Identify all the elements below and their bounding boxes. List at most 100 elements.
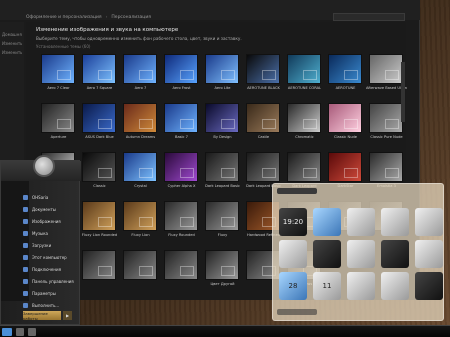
theme-thumbnail — [369, 152, 403, 182]
theme-thumbnail — [287, 103, 321, 133]
theme-item[interactable] — [161, 248, 202, 293]
breadcrumb-item[interactable]: Оформление и персонализация — [26, 15, 102, 20]
gadget[interactable] — [381, 240, 409, 268]
start-item-downloads[interactable]: Загрузки — [23, 239, 79, 251]
folder-icon — [23, 206, 28, 212]
theme-label: AEROTUNE — [335, 86, 356, 90]
theme-label: AEROTUNE CORAL — [287, 86, 322, 90]
theme-thumbnail — [369, 103, 403, 133]
gadget[interactable] — [347, 240, 375, 268]
window-preview-icon — [344, 70, 358, 80]
theme-item[interactable]: Aero 7 Clear — [38, 52, 79, 97]
gadget[interactable] — [347, 208, 375, 236]
clock-gadget[interactable]: 19:20 — [279, 208, 307, 236]
theme-item[interactable]: Fluxy Lion — [120, 199, 161, 244]
gadget[interactable] — [347, 272, 375, 300]
theme-item[interactable]: Aero Frost — [161, 52, 202, 97]
calendar-gadget[interactable]: 28 — [279, 272, 307, 300]
gadget[interactable] — [415, 208, 443, 236]
gadget[interactable] — [415, 240, 443, 268]
start-item-label: Загрузки — [32, 242, 52, 248]
window-preview-icon — [98, 70, 112, 80]
window-preview-icon — [221, 168, 235, 178]
start-item-run[interactable]: Выполнить... — [23, 299, 79, 311]
start-item-control-panel[interactable]: Панель управления — [23, 275, 79, 287]
theme-item[interactable]: Autumn Dreams — [120, 101, 161, 146]
theme-item[interactable]: AEROTUNE BLACK — [243, 52, 284, 97]
gadget[interactable] — [279, 240, 307, 268]
start-item-settings[interactable]: Параметры — [23, 287, 79, 299]
start-item-user[interactable]: OHSaria — [23, 191, 79, 203]
theme-thumbnail — [205, 201, 239, 231]
start-item-documents[interactable]: Документы — [23, 203, 79, 215]
gadget[interactable] — [313, 240, 341, 268]
theme-label: Aero Frost — [172, 86, 191, 90]
gadget[interactable] — [415, 272, 443, 300]
theme-item[interactable]: Basic 7 — [161, 101, 202, 146]
calendar-gadget[interactable]: 11 — [313, 272, 341, 300]
theme-thumbnail — [164, 54, 198, 84]
theme-item[interactable]: Aero 7 — [120, 52, 161, 97]
start-item-computer[interactable]: Этот компьютер — [23, 251, 79, 263]
theme-thumbnail — [164, 250, 198, 280]
taskbar-app-icon[interactable] — [28, 328, 36, 336]
window-preview-icon — [385, 70, 399, 80]
theme-label: Chromatic — [295, 135, 314, 139]
theme-thumbnail — [164, 103, 198, 133]
gadget[interactable] — [381, 208, 409, 236]
theme-item[interactable]: Dark Leopard Basic — [202, 150, 243, 195]
theme-item[interactable]: Crystal — [120, 150, 161, 195]
theme-item[interactable] — [79, 248, 120, 293]
clock-time: 19:20 — [282, 218, 304, 226]
gadget-grid: 19:20 28 11 — [279, 208, 445, 300]
start-item-label: Музыка — [32, 230, 48, 236]
start-item-connections[interactable]: Подключения — [23, 263, 79, 275]
theme-item[interactable]: Cypher Alpha X — [161, 150, 202, 195]
theme-item[interactable]: Цвет Другой — [202, 248, 243, 293]
sidebar-item[interactable]: Изменить — [2, 50, 22, 59]
theme-label: Basic 7 — [175, 135, 188, 139]
breadcrumb: Оформление и персонализация › Персонализ… — [26, 14, 151, 21]
scrollbar[interactable] — [401, 62, 405, 122]
theme-item[interactable]: Fluxy — [202, 199, 243, 244]
start-item-music[interactable]: Музыка — [23, 227, 79, 239]
sidebar-item[interactable]: Изменить — [2, 41, 22, 50]
theme-item[interactable]: Aperture — [38, 101, 79, 146]
theme-thumbnail — [82, 54, 116, 84]
taskbar-app-icon[interactable] — [16, 328, 24, 336]
theme-item[interactable]: Classic Nude — [325, 101, 366, 146]
gadget[interactable] — [381, 272, 409, 300]
start-button[interactable] — [2, 328, 12, 336]
theme-item[interactable]: ASUS Dark Blue — [79, 101, 120, 146]
sidebar-item[interactable]: Домашняя — [2, 32, 22, 41]
theme-thumbnail — [287, 54, 321, 84]
shutdown-button[interactable]: Завершение работы — [23, 311, 61, 321]
gadget[interactable] — [313, 208, 341, 236]
theme-item[interactable]: Castle — [243, 101, 284, 146]
theme-label: Classic Nude — [333, 135, 358, 139]
theme-item[interactable]: Aero 7 Square — [79, 52, 120, 97]
theme-item[interactable] — [120, 248, 161, 293]
theme-item[interactable]: AEROTUNE — [325, 52, 366, 97]
shutdown-options-icon[interactable]: ▶ — [63, 311, 72, 320]
theme-item[interactable]: AEROTUNE CORAL — [284, 52, 325, 97]
theme-item[interactable]: Fluxy Lion Rounded — [79, 199, 120, 244]
theme-item[interactable]: Chromatic — [284, 101, 325, 146]
theme-item[interactable]: By Design — [202, 101, 243, 146]
window-preview-icon — [180, 70, 194, 80]
theme-item[interactable]: Fluxy Rounded — [161, 199, 202, 244]
avatar[interactable] — [33, 155, 55, 177]
theme-label: Aperture — [50, 135, 67, 139]
breadcrumb-item[interactable]: Персонализация — [111, 15, 151, 20]
theme-thumbnail — [205, 152, 239, 182]
theme-label: Castle — [257, 135, 270, 139]
theme-item[interactable]: Aero Lite — [202, 52, 243, 97]
theme-item[interactable]: Classic — [79, 150, 120, 195]
start-item-pictures[interactable]: Изображения — [23, 215, 79, 227]
theme-label: Crystal — [134, 184, 147, 188]
theme-thumbnail — [328, 152, 362, 182]
start-menu-items: OHSaria Документы Изображения Музыка Заг… — [23, 191, 79, 311]
theme-thumbnail — [205, 250, 239, 280]
search-input[interactable] — [333, 13, 405, 21]
picture-icon — [23, 218, 28, 224]
